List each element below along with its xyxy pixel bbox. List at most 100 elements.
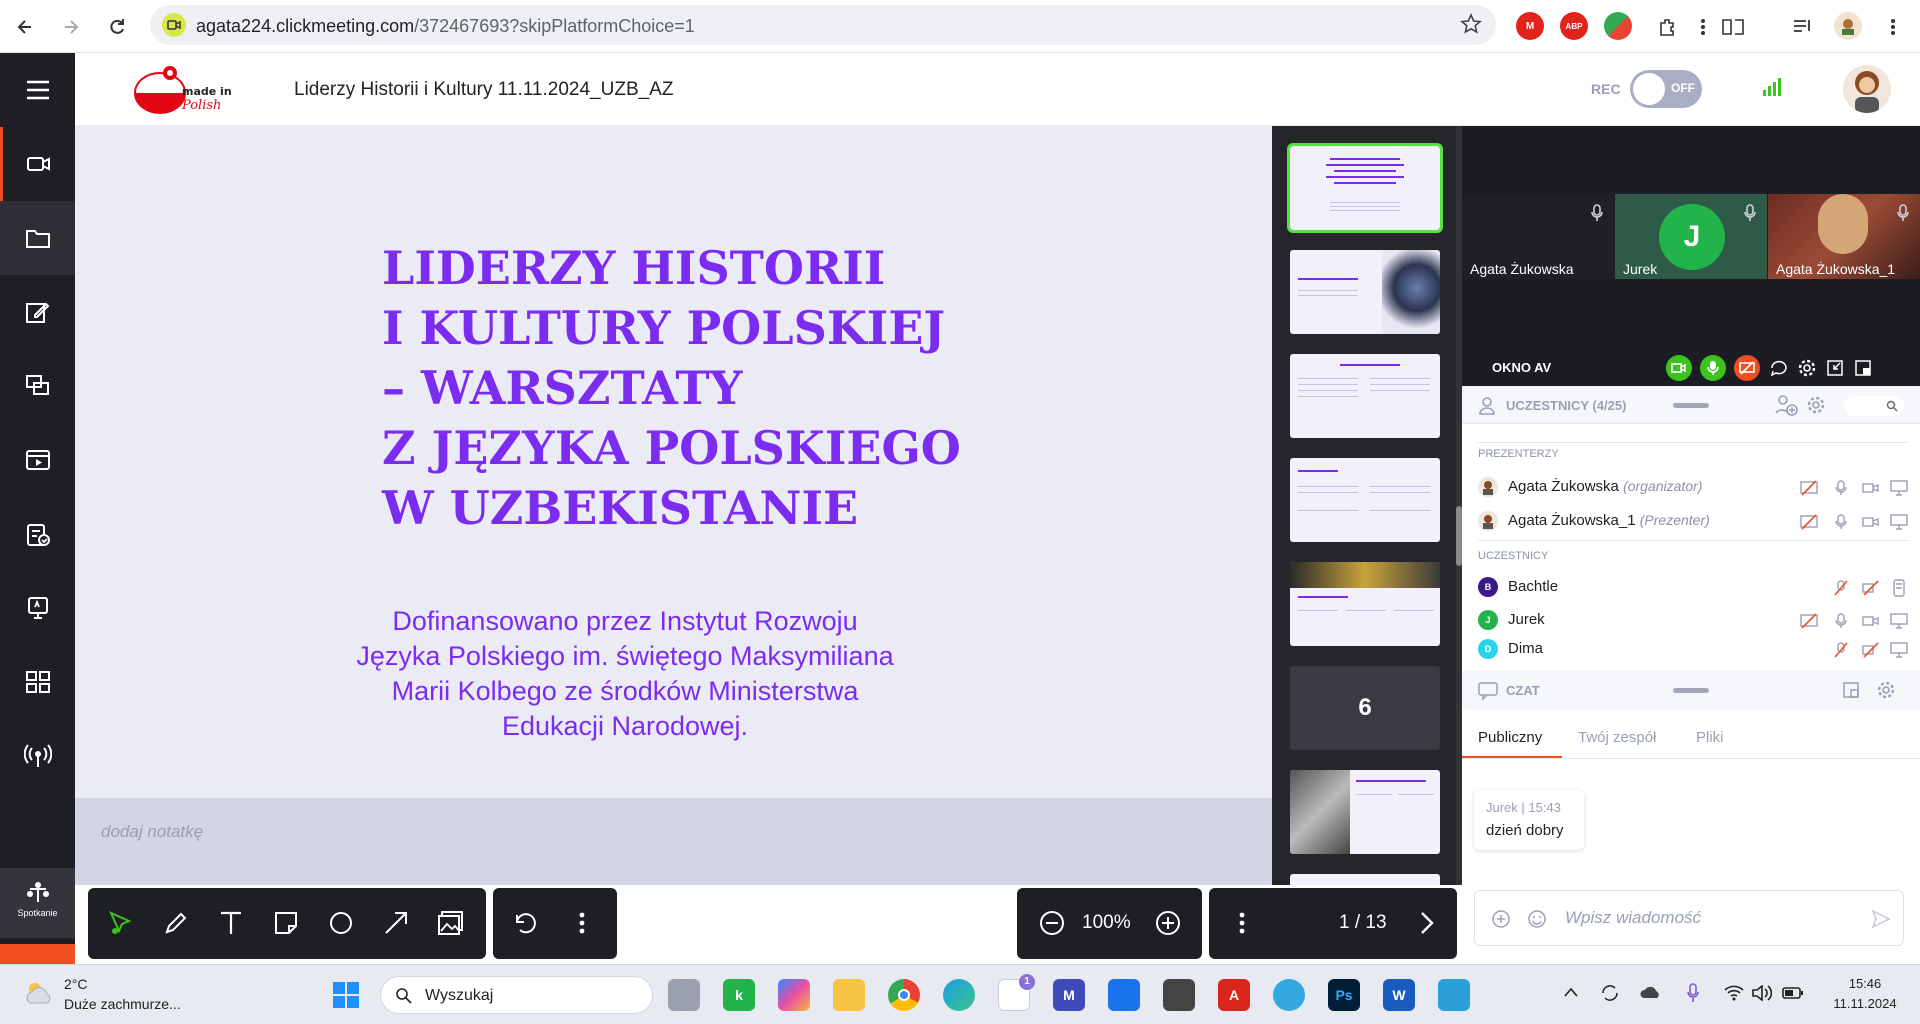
participant-row[interactable]: J Jurek xyxy=(1478,607,1908,633)
screenshare-off-icon[interactable] xyxy=(1798,477,1820,499)
app-icon[interactable] xyxy=(1438,979,1470,1011)
slide-thumbnail[interactable] xyxy=(1290,354,1440,438)
slide-thumbnail[interactable] xyxy=(1290,250,1440,334)
slide-options-icon[interactable] xyxy=(1225,906,1259,940)
clock-time[interactable]: 15:46 xyxy=(1830,976,1900,991)
sidebar-item-whiteboard[interactable] xyxy=(0,571,75,645)
phone-icon[interactable] xyxy=(1888,577,1910,599)
file-explorer-icon[interactable] xyxy=(833,979,865,1011)
copilot-icon[interactable] xyxy=(778,979,810,1011)
pen-tool-icon[interactable] xyxy=(159,906,193,940)
maps-icon[interactable] xyxy=(1273,979,1305,1011)
calendar-icon[interactable] xyxy=(1108,979,1140,1011)
kaspersky-icon[interactable]: k xyxy=(723,979,755,1011)
slide-thumbnail[interactable] xyxy=(1290,874,1440,885)
undo-icon[interactable] xyxy=(509,906,543,940)
add-participant-icon[interactable] xyxy=(1774,394,1798,416)
zoom-out-icon[interactable] xyxy=(1035,906,1069,940)
slide-thumbnail[interactable] xyxy=(1287,143,1443,233)
circle-tool-icon[interactable] xyxy=(324,906,358,940)
sidebar-item-screenshare[interactable] xyxy=(0,349,75,423)
slide-thumbnail[interactable] xyxy=(1290,458,1440,542)
chat-header[interactable]: CZAT xyxy=(1462,671,1920,709)
microphone-tray-icon[interactable] xyxy=(1686,983,1700,1003)
participant-row[interactable]: D Dima xyxy=(1478,636,1908,662)
camera-off-icon[interactable] xyxy=(1860,577,1882,599)
clock-date[interactable]: 11.11.2024 xyxy=(1830,996,1900,1011)
screenshare-off-icon[interactable] xyxy=(1798,610,1820,632)
mic-icon[interactable] xyxy=(1590,204,1604,222)
video-tile[interactable]: Agata Żukowska xyxy=(1462,194,1614,279)
app-icon[interactable]: M xyxy=(1053,979,1085,1011)
sidebar-item-files[interactable] xyxy=(0,201,75,275)
chat-popout-icon[interactable] xyxy=(1842,681,1860,699)
camera-icon[interactable] xyxy=(1860,610,1882,632)
chrome-icon[interactable] xyxy=(888,979,920,1011)
battery-icon[interactable] xyxy=(1782,986,1804,1000)
sidebar-item-notes[interactable] xyxy=(0,275,75,349)
back-icon[interactable] xyxy=(10,12,40,42)
participant-search-field[interactable] xyxy=(1844,396,1904,416)
taskbar-search[interactable]: Wyszukaj xyxy=(380,976,653,1014)
mic-off-icon[interactable] xyxy=(1830,639,1852,661)
sidebar-item-survey[interactable] xyxy=(0,497,75,571)
recording-toggle[interactable]: OFF xyxy=(1630,70,1702,108)
tab-public[interactable]: Publiczny xyxy=(1478,729,1542,746)
mic-off-icon[interactable] xyxy=(1830,577,1852,599)
microphone-toggle-icon[interactable] xyxy=(1700,355,1726,381)
monitor-icon[interactable] xyxy=(1888,511,1910,533)
volume-icon[interactable] xyxy=(1752,985,1772,1001)
camera-toggle-icon[interactable] xyxy=(1666,355,1692,381)
photoshop-icon[interactable]: Ps xyxy=(1328,979,1360,1011)
sidebar-item-media[interactable] xyxy=(0,423,75,497)
participants-settings-icon[interactable] xyxy=(1806,395,1826,415)
gmail-ext-icon[interactable]: M xyxy=(1516,12,1544,40)
chat-settings-icon[interactable] xyxy=(1876,680,1896,700)
bookmark-star-icon[interactable] xyxy=(1460,13,1482,35)
mic-icon[interactable] xyxy=(1896,204,1910,222)
hamburger-menu-icon[interactable] xyxy=(0,53,75,127)
acrobat-icon[interactable]: A xyxy=(1218,979,1250,1011)
screenshare-off-icon[interactable] xyxy=(1798,511,1820,533)
slide-thumbnail[interactable] xyxy=(1290,562,1440,646)
tab-files[interactable]: Pliki xyxy=(1696,729,1724,746)
mic-icon[interactable] xyxy=(1743,204,1757,222)
sync-icon[interactable] xyxy=(1600,983,1620,1003)
participant-row[interactable]: Agata Żukowska (organizator) xyxy=(1478,474,1908,500)
user-avatar[interactable] xyxy=(1843,65,1891,113)
notes-area[interactable]: dodaj notatkę xyxy=(75,798,1272,885)
mic-icon[interactable] xyxy=(1830,511,1852,533)
participant-row[interactable]: Agata Żukowska_1 (Prezenter) xyxy=(1478,508,1908,534)
text-tool-icon[interactable] xyxy=(214,906,248,940)
participant-row[interactable]: B Bachtle xyxy=(1478,574,1908,600)
image-tool-icon[interactable] xyxy=(434,906,468,940)
chat-message-input[interactable] xyxy=(1565,908,1825,928)
task-view-icon[interactable] xyxy=(668,979,700,1011)
slide-thumbnail-loading[interactable]: 6 xyxy=(1290,666,1440,750)
send-icon[interactable] xyxy=(1871,909,1891,929)
sticky-note-tool-icon[interactable] xyxy=(269,906,303,940)
weather-icon[interactable] xyxy=(22,979,56,1007)
video-tile[interactable]: Agata Żukowska_1 xyxy=(1768,194,1920,279)
reading-list-icon[interactable] xyxy=(1718,12,1748,42)
extensions-icon[interactable] xyxy=(1652,12,1682,42)
wifi-icon[interactable] xyxy=(1724,985,1744,1001)
zoom-in-icon[interactable] xyxy=(1151,906,1185,940)
arrow-tool-icon[interactable] xyxy=(379,906,413,940)
next-slide-icon[interactable] xyxy=(1409,906,1443,940)
camera-icon[interactable] xyxy=(1860,477,1882,499)
media-control-icon[interactable] xyxy=(1788,12,1818,42)
emoji-icon[interactable] xyxy=(1527,909,1547,929)
chat-bubble-icon[interactable] xyxy=(1766,355,1792,381)
reload-icon[interactable] xyxy=(102,12,132,42)
tray-chevron-icon[interactable] xyxy=(1564,987,1578,997)
word-icon[interactable]: W xyxy=(1383,979,1415,1011)
microsoft-store-icon[interactable]: 1 xyxy=(998,974,1035,1011)
mic-icon[interactable] xyxy=(1830,610,1852,632)
section-drag-handle[interactable] xyxy=(1673,688,1709,693)
menu-dots-icon[interactable] xyxy=(1688,12,1718,42)
camera-off-icon[interactable] xyxy=(1860,639,1882,661)
screenshare-off-icon[interactable] xyxy=(1734,355,1760,381)
monitor-icon[interactable] xyxy=(1888,610,1910,632)
sidebar-item-meeting[interactable]: Spotkanie xyxy=(0,868,75,938)
